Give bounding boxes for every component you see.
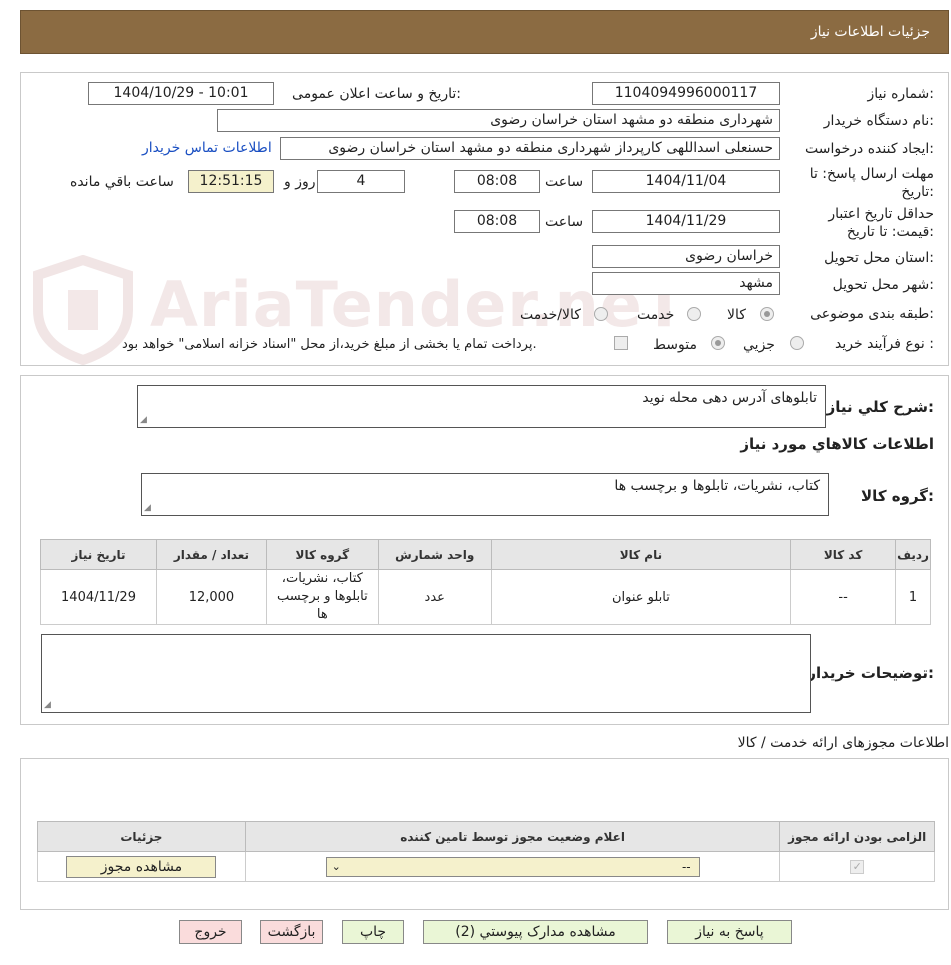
remaining-time-field: 12:51:15 [188,170,274,193]
buyer-notes-textarea[interactable]: ◢ [41,634,811,713]
category-option-goods: کالا [727,307,746,323]
view-license-button[interactable]: مشاهده مجوز [66,855,217,878]
goods-group-label: گروه کالا: [861,487,934,505]
city-label: شهر محل تحویل: [832,277,934,293]
col-name: نام کالا [490,539,792,570]
buyer-notes-label: توضیحات خریدار: [807,664,934,682]
goods-section-title: اطلاعات کالاهاي مورد نياز [740,435,934,453]
license-details-cell: مشاهده مجوز [37,851,246,882]
license-status-value: -- [681,859,691,874]
goods-table-header: ردیف کد کالا نام کالا واحد شمارش گروه کا… [40,539,931,570]
days-label: روز و [284,174,316,190]
validity-time-field: 08:08 [454,210,540,233]
need-number-field: 1104094996000117 [592,82,780,105]
category-label: طبقه بندی موضوعی: [810,306,934,322]
licenses-table-header: الزامی بودن ارائه مجوز اعلام وضعیت مجوز … [37,821,935,852]
category-radio-goods[interactable] [760,307,774,321]
description-text: تابلوهای آدرس دهی محله نوید [642,390,817,406]
deadline-time-field: 08:08 [454,170,540,193]
city-field: مشهد [592,272,780,295]
col-date: تاریخ نیاز [40,539,157,570]
reply-button[interactable]: پاسخ به نیاز [667,920,792,944]
license-required-cell: ✓ [779,851,935,882]
validity-label-date: قیمت: تا تاریخ: [846,224,934,240]
category-option-service: خدمت [637,307,675,323]
col-license-details: جزئیات [37,821,246,852]
col-group: گروه کالا [265,539,379,570]
treasury-checkbox[interactable] [614,336,628,350]
cell-group: کتاب، نشریات، تابلوها و برچسب ها [265,569,379,625]
announce-datetime-field: 1404/10/29 - 10:01 [88,82,274,105]
description-textarea[interactable]: تابلوهای آدرس دهی محله نوید ◢ [137,385,826,428]
purchase-radio-partial[interactable] [790,336,804,350]
resize-grip-icon: ◢ [144,503,151,513]
deadline-label-date: تاریخ: [901,184,934,200]
requester-label: ایجاد کننده درخواست: [805,141,934,157]
print-button[interactable]: چاپ [342,920,404,944]
validity-label: حداقل تاریخ اعتبار [828,206,934,222]
purchase-option-partial: جزیي [743,337,775,353]
need-number-label: شماره نیاز: [867,86,934,102]
back-button[interactable]: بازگشت [260,920,323,944]
cell-name: تابلو عنوان [490,569,792,625]
deadline-time-label: ساعت [545,174,584,190]
col-license-status: اعلام وضعیت مجوز توسط تامین کننده [244,821,781,852]
chevron-down-icon: ⌄ [331,859,341,873]
col-code: کد کالا [790,539,897,570]
days-field: 4 [317,170,405,193]
category-radio-goods-service[interactable] [594,307,608,321]
goods-group-text: کتاب، نشریات، تابلوها و برچسب ها [614,478,820,494]
license-required-checkbox: ✓ [850,860,865,874]
purchase-option-medium: متوسط [653,337,697,353]
buyer-org-field: شهرداری منطقه دو مشهد استان خراسان رضوی [217,109,780,132]
deadline-label: مهلت ارسال پاسخ: تا [809,166,934,182]
license-status-select[interactable]: -- ⌄ [325,856,700,877]
cell-code: -- [790,569,897,625]
col-row: ردیف [895,539,931,570]
validity-time-label: ساعت [545,214,584,230]
license-status-cell: -- ⌄ [244,851,781,882]
goods-table: ردیف کد کالا نام کالا واحد شمارش گروه کا… [40,539,931,625]
requester-field: حسنعلی اسداللهی کارپرداز شهرداری منطقه د… [280,137,780,160]
col-qty: تعداد / مقدار [156,539,267,570]
category-option-goods-service: کالا/خدمت [520,307,581,323]
resize-grip-icon: ◢ [140,415,147,425]
attachments-button[interactable]: مشاهده مدارک پیوستي (2) [423,920,648,944]
province-label: استان محل تحویل: [824,250,934,266]
buyer-org-label: نام دستگاه خریدار: [823,113,934,129]
buyer-contact-link[interactable]: اطلاعات تماس خریدار [142,140,272,156]
category-radio-service[interactable] [687,307,701,321]
treasury-payment-note: پرداخت تمام یا بخشی از مبلغ خرید،از محل … [122,337,537,352]
cell-unit: عدد [377,569,492,625]
col-unit: واحد شمارش [377,539,492,570]
licenses-table: الزامی بودن ارائه مجوز اعلام وضعیت مجوز … [37,821,935,882]
province-field: خراسان رضوی [592,245,780,268]
description-label: شرح کلي نياز: [826,398,934,416]
purchase-radio-medium[interactable] [711,336,725,350]
licenses-title: اطلاعات مجوزهای ارائه خدمت / کالا [737,735,949,751]
page-header: جزئیات اطلاعات نیاز [20,10,949,54]
exit-button[interactable]: خروج [179,920,242,944]
goods-group-textarea[interactable]: کتاب، نشریات، تابلوها و برچسب ها ◢ [141,473,829,516]
cell-row: 1 [895,569,931,625]
deadline-date-field: 1404/11/04 [592,170,780,193]
purchase-type-label: نوع فرآیند خرید : [835,336,934,352]
table-row: ✓ -- ⌄ مشاهده مجوز [37,851,935,882]
announce-datetime-label: تاریخ و ساعت اعلان عمومی: [292,86,461,102]
validity-date-field: 1404/11/29 [592,210,780,233]
resize-grip-icon: ◢ [44,700,51,710]
table-row: 1 -- تابلو عنوان عدد کتاب، نشریات، تابلو… [40,569,931,625]
col-license-required: الزامی بودن ارائه مجوز [779,821,935,852]
remaining-time-label: ساعت باقي مانده [70,174,174,190]
cell-qty: 12,000 [156,569,267,625]
cell-date: 1404/11/29 [40,569,157,625]
